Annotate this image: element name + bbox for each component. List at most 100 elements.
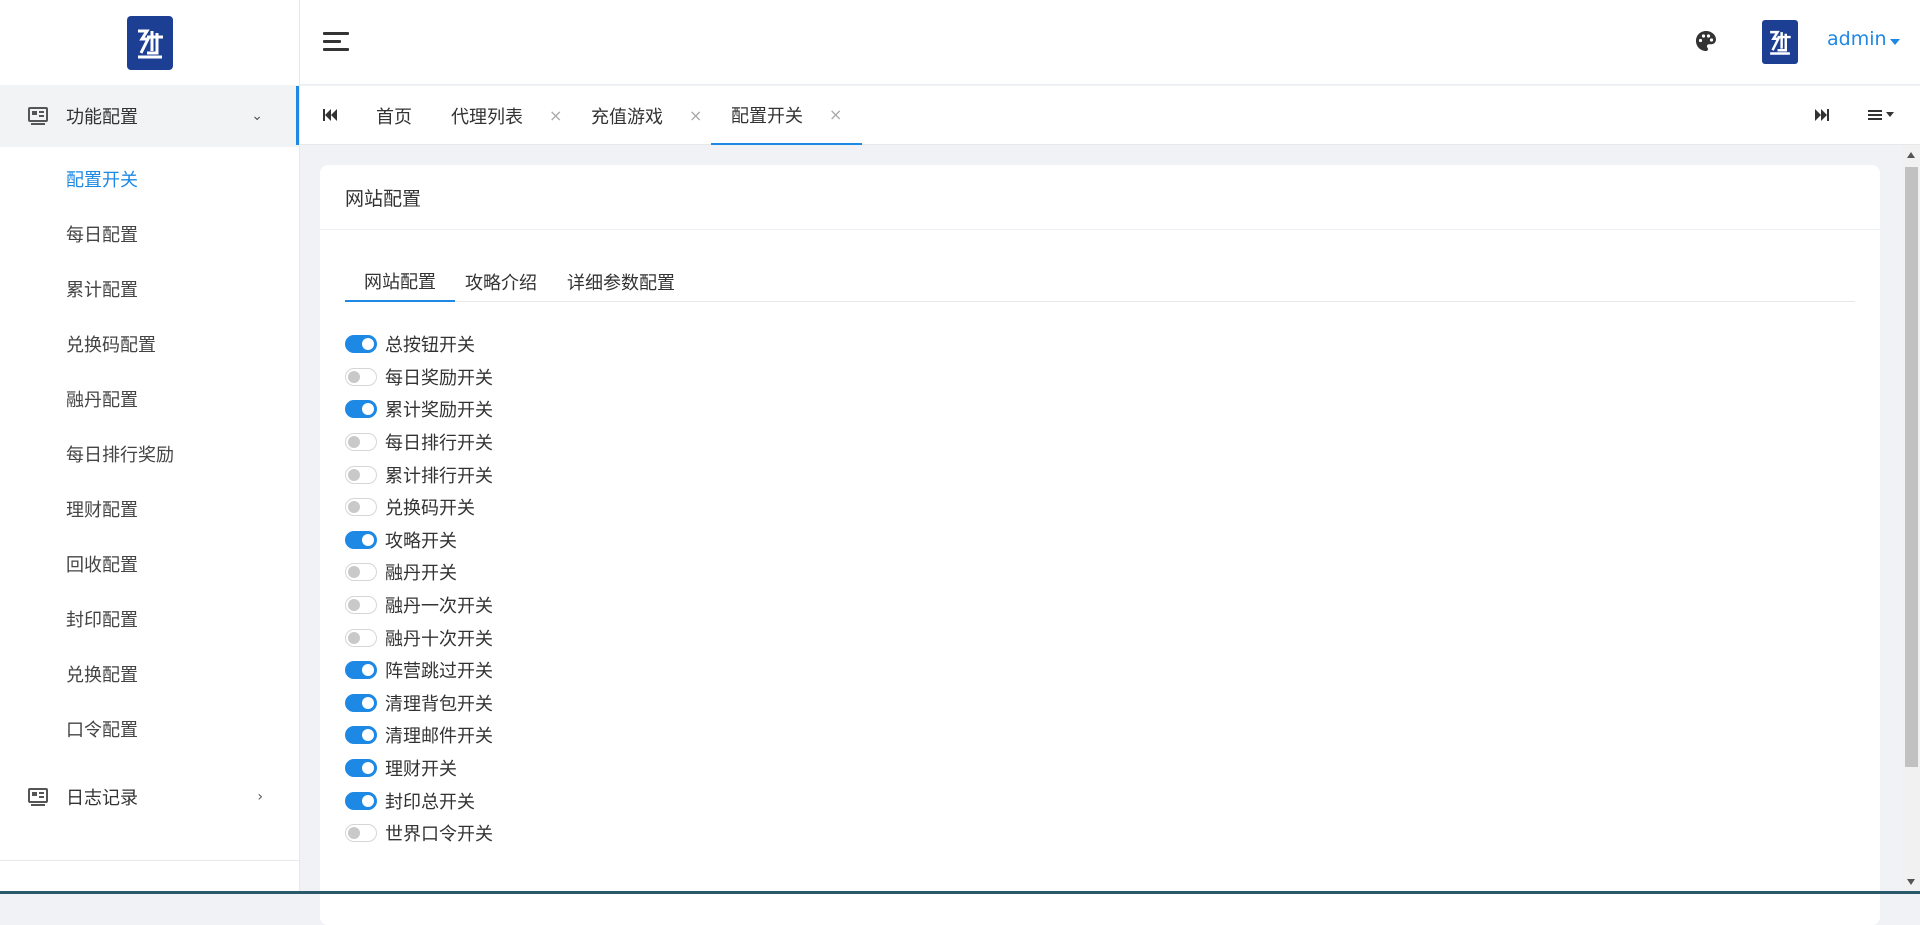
toggle-knob [362, 403, 374, 416]
switch-row[interactable]: 封印总开关 [345, 784, 493, 817]
toggle-switch[interactable] [345, 791, 377, 810]
toggle-switch[interactable] [345, 433, 377, 452]
toggle-switch[interactable] [345, 596, 377, 615]
menu-toggle-icon[interactable] [323, 32, 349, 52]
switch-row[interactable]: 融丹开关 [345, 556, 493, 589]
switch-label: 融丹开关 [385, 563, 457, 585]
sidebar: 功能配置 ⌄ 配置开关 每日配置 累计配置 兑换码配置 融丹配置 每日排行奖励 … [0, 0, 300, 894]
avatar[interactable] [1762, 20, 1798, 64]
content-scrollbar[interactable] [1902, 145, 1920, 894]
toggle-knob [362, 794, 374, 807]
card-title: 网站配置 [320, 165, 1880, 230]
switch-label: 每日奖励开关 [385, 367, 493, 389]
switch-label: 理财开关 [385, 759, 457, 781]
scroll-thumb[interactable] [1905, 167, 1918, 767]
chevron-right-icon: › [257, 789, 263, 805]
tab-detail-params[interactable]: 详细参数配置 [547, 261, 695, 302]
toggle-switch[interactable] [345, 759, 377, 778]
menu-group-logs[interactable]: 日志记录 › [0, 766, 299, 828]
toggle-knob [348, 631, 360, 644]
avatar-logo-icon [1770, 30, 1791, 55]
tab-guide-intro[interactable]: 攻略介绍 [455, 261, 547, 302]
switch-row[interactable]: 理财开关 [345, 752, 493, 785]
toggle-switch[interactable] [345, 498, 377, 517]
logo-area [0, 0, 299, 85]
toggle-switch[interactable] [345, 530, 377, 549]
toggle-knob [362, 338, 374, 351]
toggle-knob [362, 664, 374, 677]
sidebar-item-daily-config[interactable]: 每日配置 [0, 206, 299, 261]
caret-down-icon[interactable] [1890, 39, 1900, 45]
tab-agent-list[interactable]: 代理列表 × [451, 86, 562, 145]
sidebar-item-pill-fusion-config[interactable]: 融丹配置 [0, 371, 299, 426]
switch-row[interactable]: 清理邮件开关 [345, 719, 493, 752]
switch-label: 融丹十次开关 [385, 628, 493, 650]
sidebar-item-recycle-config[interactable]: 回收配置 [0, 536, 299, 591]
toggle-switch[interactable] [345, 628, 377, 647]
switch-label: 累计排行开关 [385, 465, 493, 487]
sidebar-item-config-switch[interactable]: 配置开关 [0, 151, 299, 206]
toggle-knob [348, 436, 360, 449]
sidebar-item-passphrase-config[interactable]: 口令配置 [0, 701, 299, 756]
toggle-knob [348, 468, 360, 481]
sidebar-item-exchange-config[interactable]: 兑换配置 [0, 646, 299, 701]
toggle-switch[interactable] [345, 726, 377, 745]
tab-label: 配置开关 [731, 105, 803, 127]
toggle-switch[interactable] [345, 693, 377, 712]
toggle-switch[interactable] [345, 335, 377, 354]
close-icon[interactable]: × [829, 105, 842, 124]
toggle-switch[interactable] [345, 661, 377, 680]
switch-label: 阵营跳过开关 [385, 661, 493, 683]
switch-row[interactable]: 阵营跳过开关 [345, 654, 493, 687]
switch-row[interactable]: 总按钮开关 [345, 328, 493, 361]
switch-row[interactable]: 累计排行开关 [345, 458, 493, 491]
toggle-switch[interactable] [345, 824, 377, 843]
scroll-up-icon[interactable] [1907, 152, 1915, 158]
top-header: admin [300, 0, 1920, 85]
inner-tabs: 网站配置 攻略介绍 详细参数配置 [345, 261, 1855, 302]
sidebar-item-daily-rank-reward[interactable]: 每日排行奖励 [0, 426, 299, 481]
toggle-switch[interactable] [345, 563, 377, 582]
scroll-down-icon[interactable] [1907, 879, 1915, 885]
chevron-down-icon: ⌄ [251, 108, 263, 124]
tab-label: 充值游戏 [591, 106, 663, 128]
tab-home[interactable]: 首页 [376, 86, 412, 145]
close-icon[interactable]: × [689, 106, 702, 125]
switch-row[interactable]: 世界口令开关 [345, 817, 493, 850]
switch-label: 每日排行开关 [385, 433, 493, 455]
tab-site-config[interactable]: 网站配置 [345, 261, 455, 302]
tabs-bar: 首页 代理列表 × 充值游戏 × 配置开关 × [296, 86, 1920, 145]
switch-row[interactable]: 融丹十次开关 [345, 621, 493, 654]
palette-icon[interactable] [1694, 29, 1718, 53]
logo-mark-icon [137, 29, 163, 58]
switch-row[interactable]: 攻略开关 [345, 524, 493, 557]
tab-config-switch[interactable]: 配置开关 × [711, 86, 863, 145]
user-menu[interactable]: admin [1827, 28, 1887, 50]
switch-row[interactable]: 融丹一次开关 [345, 589, 493, 622]
sidebar-item-finance-config[interactable]: 理财配置 [0, 481, 299, 536]
tab-options-icon[interactable] [1868, 108, 1900, 122]
sidebar-item-seal-config[interactable]: 封印配置 [0, 591, 299, 646]
switch-label: 累计奖励开关 [385, 400, 493, 422]
first-tab-icon[interactable] [322, 108, 338, 122]
switch-row[interactable]: 累计奖励开关 [345, 393, 493, 426]
sidebar-item-redeem-code-config[interactable]: 兑换码配置 [0, 316, 299, 371]
toggle-switch[interactable] [345, 400, 377, 419]
last-tab-icon[interactable] [1814, 108, 1830, 122]
switch-row[interactable]: 清理背包开关 [345, 687, 493, 720]
switch-label: 总按钮开关 [385, 335, 475, 357]
toggle-knob [348, 827, 360, 840]
switch-row[interactable]: 兑换码开关 [345, 491, 493, 524]
menu-group-function-config[interactable]: 功能配置 ⌄ [0, 85, 299, 147]
toggle-switch[interactable] [345, 465, 377, 484]
switch-row[interactable]: 每日排行开关 [345, 426, 493, 459]
sidebar-divider [0, 860, 299, 861]
sidebar-item-cumulative-config[interactable]: 累计配置 [0, 261, 299, 316]
toggle-switch[interactable] [345, 367, 377, 386]
switch-label: 清理背包开关 [385, 693, 493, 715]
switch-label: 世界口令开关 [385, 824, 493, 846]
menu-group-label: 功能配置 [66, 107, 138, 128]
switch-row[interactable]: 每日奖励开关 [345, 361, 493, 394]
tab-recharge-game[interactable]: 充值游戏 × [591, 86, 702, 145]
close-icon[interactable]: × [549, 106, 562, 125]
